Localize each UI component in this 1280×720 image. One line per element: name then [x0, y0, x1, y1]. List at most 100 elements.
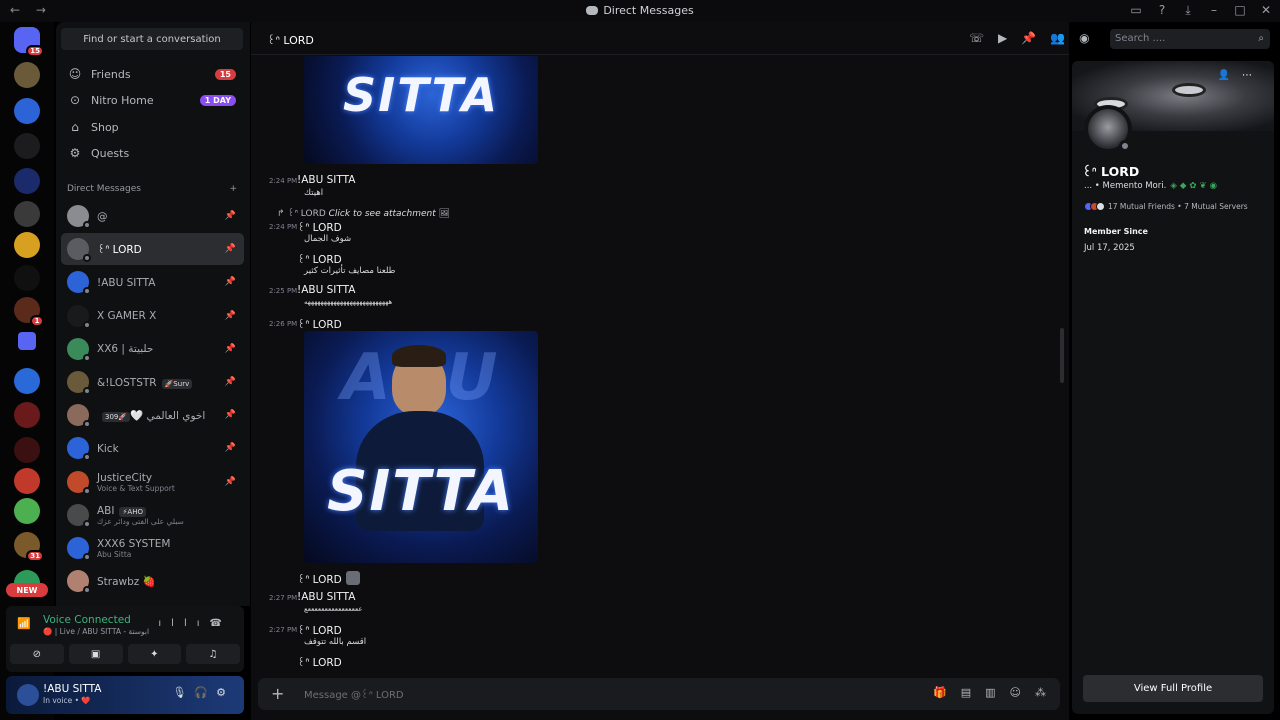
more-icon[interactable]: ⋯ — [1242, 70, 1264, 81]
server-icon[interactable] — [14, 368, 40, 394]
gif-icon[interactable]: ▤ — [961, 686, 971, 699]
gift-icon[interactable]: 🎁 — [933, 686, 947, 699]
message-author[interactable]: ꒰ᐢ LORD — [297, 252, 342, 266]
apps-icon[interactable]: ⁂ — [1035, 686, 1046, 699]
server-icon[interactable] — [14, 437, 40, 463]
soundboard-button[interactable]: ♫ — [186, 644, 240, 664]
dm-item[interactable]: ꒰ᐢ LORD 📌 — [61, 233, 244, 266]
pin-icon[interactable]: 📌 — [225, 277, 236, 287]
headphones-icon[interactable]: 🎧 — [194, 686, 216, 699]
server-icon[interactable] — [14, 468, 40, 494]
add-friend-icon[interactable]: 👤 — [1218, 70, 1242, 81]
server-icon[interactable] — [14, 402, 40, 428]
message-author[interactable]: ꒰ᐢ LORD — [297, 317, 342, 331]
pin-icon[interactable]: 📌 — [225, 344, 236, 354]
add-friends-icon[interactable]: 👥 — [1050, 31, 1065, 45]
user-profile-icon[interactable]: ◉ — [1079, 31, 1089, 45]
message-author[interactable]: !ABU SITTA — [297, 591, 355, 603]
server-icon[interactable] — [14, 62, 40, 88]
nav-item-nitro-home[interactable]: ⊙ Nitro Home 1 DAY — [62, 88, 244, 112]
dm-item[interactable]: X GAMER X 📌 — [61, 300, 244, 332]
message-author[interactable]: !ABU SITTA — [297, 284, 355, 296]
pin-icon[interactable]: 📌 — [225, 410, 236, 420]
server-icon[interactable]: 31 — [14, 532, 44, 562]
screenshare-button[interactable]: ▣ — [68, 644, 123, 664]
camera-off-button[interactable]: ⊘ — [10, 644, 64, 664]
message-input[interactable]: Message @꒰ᐢ LORD — [304, 688, 404, 701]
help-icon[interactable]: ? — [1156, 3, 1168, 18]
add-attachment-icon[interactable]: + — [271, 684, 284, 703]
mutuals[interactable]: 17 Mutual Friends • 7 Mutual Servers — [1084, 202, 1248, 211]
sticker-icon[interactable]: ▥ — [985, 686, 995, 699]
message-author[interactable]: !ABU SITTA — [297, 174, 355, 186]
user-name[interactable]: !ABU SITTA — [43, 683, 101, 695]
pin-icon[interactable]: 📌 — [225, 377, 236, 387]
pin-icon[interactable]: 📌 — [225, 477, 236, 487]
minimize-icon[interactable]: – — [1208, 3, 1220, 18]
dm-item[interactable]: JusticeCity Voice & Text Support 📌 — [61, 466, 244, 498]
message-author[interactable]: ꒰ᐢ LORD — [297, 623, 342, 637]
activities-button[interactable]: ✦ — [127, 644, 182, 664]
video-call-icon[interactable]: ▶ — [998, 31, 1007, 45]
gear-icon[interactable]: ⚙ — [216, 686, 234, 699]
server-icon[interactable] — [14, 265, 40, 291]
new-badge[interactable]: NEW — [6, 583, 48, 597]
microphone-icon[interactable]: 🎙 — [172, 686, 194, 699]
maximize-icon[interactable]: □ — [1234, 3, 1246, 18]
server-icon[interactable] — [14, 498, 40, 524]
message-author[interactable]: ꒰ᐢ LORD — [297, 220, 342, 234]
pin-icon[interactable]: 📌 — [225, 244, 236, 254]
message-author[interactable]: ꒰ᐢ LORD — [297, 655, 342, 669]
message-author[interactable]: ꒰ᐢ LORD — [297, 572, 342, 586]
profile-avatar[interactable] — [1084, 105, 1132, 153]
nav-item-shop[interactable]: ⌂ Shop — [62, 115, 244, 139]
create-dm-icon[interactable]: + — [229, 184, 237, 194]
dm-item[interactable]: @ 📌 — [61, 200, 244, 232]
search-input[interactable]: Search .... ⌕ — [1110, 29, 1270, 49]
attachment-image[interactable]: ABU SITTA — [304, 331, 538, 563]
close-icon[interactable]: ✕ — [1260, 3, 1272, 18]
dm-name-line: ABI ⚡AHO — [97, 504, 184, 517]
emoji-icon[interactable]: ☺ — [1010, 686, 1021, 699]
view-full-profile-button[interactable]: View Full Profile — [1083, 675, 1263, 702]
dm-item[interactable]: !ABU SITTA 📌 — [61, 266, 244, 298]
voice-status[interactable]: Voice Connected — [43, 614, 131, 626]
inbox-icon[interactable]: ▭ — [1130, 3, 1142, 18]
dm-item[interactable]: Strawbz 🍓 — [61, 565, 244, 597]
dm-item[interactable]: اخوي العالمي 🤍🚀309 📌 — [61, 399, 244, 431]
dm-item[interactable]: XX6 | حلبيتة 📌 — [61, 333, 244, 365]
signal-icon[interactable]: 📶 — [17, 617, 31, 630]
pin-icon[interactable]: 📌 — [225, 211, 236, 221]
noise-suppression-icon[interactable]: ıllı — [158, 618, 209, 629]
voice-call-icon[interactable]: ☏ — [969, 31, 984, 45]
pin-icon[interactable]: 📌 — [225, 443, 236, 453]
server-icon[interactable] — [14, 98, 40, 124]
nav-item-quests[interactable]: ⚙ Quests — [62, 141, 244, 165]
server-icon[interactable]: 1 — [14, 297, 44, 327]
pinned-icon[interactable]: 📌 — [1021, 31, 1036, 45]
server-icon[interactable] — [14, 201, 40, 227]
voice-channel[interactable]: 🔴 | Live / ABU SITTA - ابوستة — [43, 627, 149, 636]
download-icon[interactable]: ⤓ — [1182, 3, 1194, 18]
disconnect-icon[interactable]: ☎ — [210, 618, 232, 629]
sticker-thumbnail[interactable] — [346, 571, 360, 585]
home-icon[interactable]: 15 — [14, 27, 44, 57]
dm-item[interactable]: ABI ⚡AHO سبلي على الفتى ودائر عزك — [61, 499, 244, 531]
profile-badges[interactable]: ◈◆✿❦◉ — [1170, 181, 1220, 191]
server-icon[interactable] — [14, 168, 40, 194]
dm-item[interactable]: &!LOSTSTR 🚀Surv 📌 — [61, 366, 244, 398]
message-composer[interactable]: + Message @꒰ᐢ LORD 🎁 ▤ ▥ ☺ ⁂ — [258, 678, 1060, 710]
server-icon[interactable] — [18, 332, 36, 350]
pin-icon[interactable]: 📌 — [225, 311, 236, 321]
attachment-image[interactable]: SITTA — [304, 56, 538, 164]
profile-name[interactable]: ꒰ᐢ LORD — [1082, 164, 1139, 180]
dm-item[interactable]: Kick 📌 — [61, 432, 244, 464]
dm-item[interactable]: XXX6 SYSTEM Abu Sitta — [61, 532, 244, 564]
server-icon[interactable] — [14, 232, 40, 258]
nav-item-friends[interactable]: ☺ Friends 15 — [62, 62, 244, 86]
find-conversation-button[interactable]: Find or start a conversation — [61, 28, 243, 50]
scrollbar[interactable] — [1060, 328, 1064, 383]
avatar[interactable] — [17, 684, 39, 706]
reply-preview[interactable]: ↱ ꒰ᐢ LORD Click to see attachment 🖼 — [277, 207, 450, 219]
server-icon[interactable] — [14, 133, 40, 159]
